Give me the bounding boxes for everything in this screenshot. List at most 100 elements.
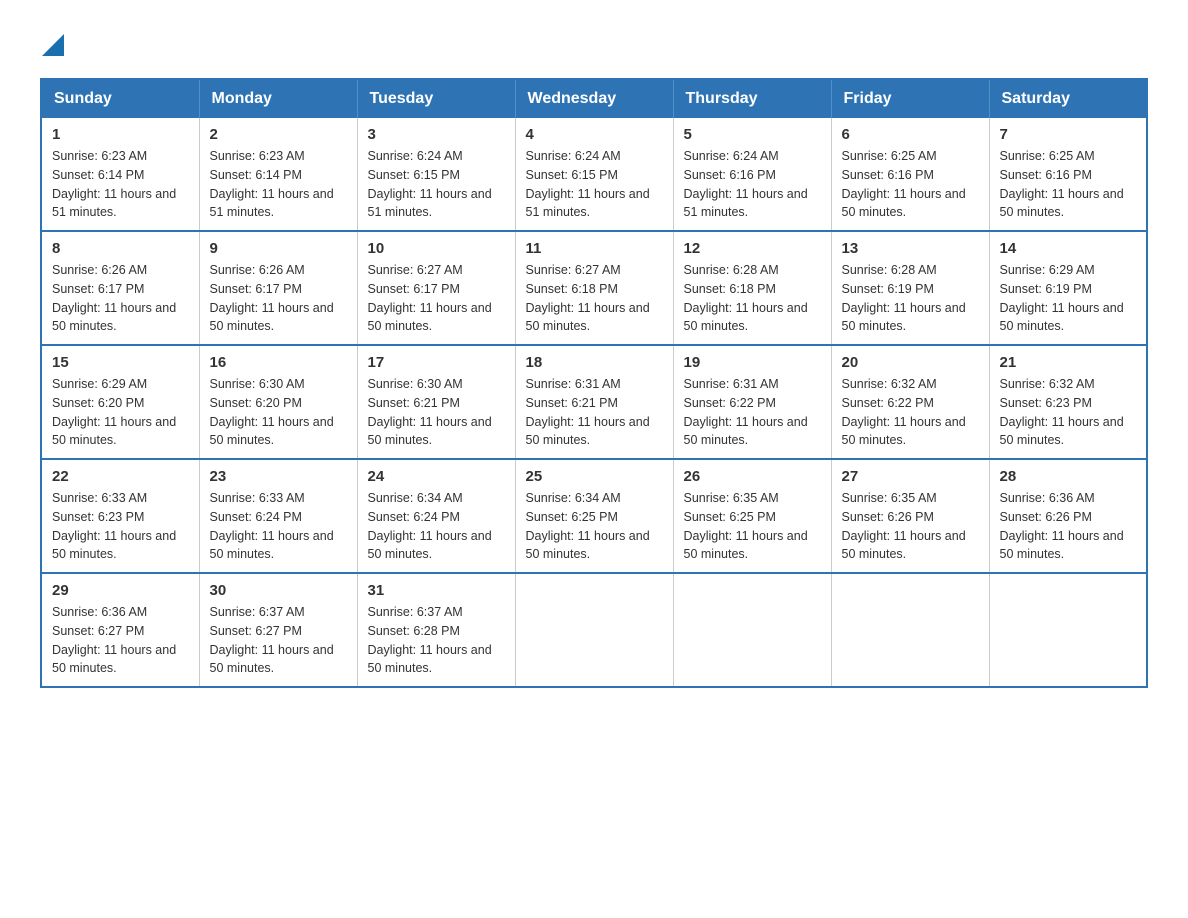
page-header: [40, 30, 1148, 58]
calendar-header-wednesday: Wednesday: [515, 79, 673, 118]
day-info: Sunrise: 6:23 AMSunset: 6:14 PMDaylight:…: [210, 149, 334, 219]
day-info: Sunrise: 6:35 AMSunset: 6:26 PMDaylight:…: [842, 491, 966, 561]
calendar-day-cell: 31 Sunrise: 6:37 AMSunset: 6:28 PMDaylig…: [357, 573, 515, 687]
day-number: 26: [684, 468, 821, 485]
calendar-day-cell: 15 Sunrise: 6:29 AMSunset: 6:20 PMDaylig…: [41, 345, 199, 459]
day-number: 17: [368, 354, 505, 371]
calendar-week-row: 22 Sunrise: 6:33 AMSunset: 6:23 PMDaylig…: [41, 459, 1147, 573]
day-number: 3: [368, 126, 505, 143]
day-number: 10: [368, 240, 505, 257]
calendar-day-cell: 29 Sunrise: 6:36 AMSunset: 6:27 PMDaylig…: [41, 573, 199, 687]
day-number: 21: [1000, 354, 1137, 371]
day-info: Sunrise: 6:25 AMSunset: 6:16 PMDaylight:…: [1000, 149, 1124, 219]
calendar-day-cell: 24 Sunrise: 6:34 AMSunset: 6:24 PMDaylig…: [357, 459, 515, 573]
calendar-day-cell: 4 Sunrise: 6:24 AMSunset: 6:15 PMDayligh…: [515, 118, 673, 231]
day-number: 31: [368, 582, 505, 599]
day-info: Sunrise: 6:33 AMSunset: 6:24 PMDaylight:…: [210, 491, 334, 561]
day-number: 13: [842, 240, 979, 257]
calendar-day-cell: 30 Sunrise: 6:37 AMSunset: 6:27 PMDaylig…: [199, 573, 357, 687]
day-number: 6: [842, 126, 979, 143]
calendar-day-cell: 3 Sunrise: 6:24 AMSunset: 6:15 PMDayligh…: [357, 118, 515, 231]
day-number: 15: [52, 354, 189, 371]
calendar-day-cell: 21 Sunrise: 6:32 AMSunset: 6:23 PMDaylig…: [989, 345, 1147, 459]
calendar-day-cell: 28 Sunrise: 6:36 AMSunset: 6:26 PMDaylig…: [989, 459, 1147, 573]
calendar-day-cell: 20 Sunrise: 6:32 AMSunset: 6:22 PMDaylig…: [831, 345, 989, 459]
calendar-day-cell: [515, 573, 673, 687]
day-number: 4: [526, 126, 663, 143]
calendar-week-row: 1 Sunrise: 6:23 AMSunset: 6:14 PMDayligh…: [41, 118, 1147, 231]
day-info: Sunrise: 6:37 AMSunset: 6:28 PMDaylight:…: [368, 605, 492, 675]
day-info: Sunrise: 6:31 AMSunset: 6:22 PMDaylight:…: [684, 377, 808, 447]
day-info: Sunrise: 6:32 AMSunset: 6:22 PMDaylight:…: [842, 377, 966, 447]
calendar-week-row: 8 Sunrise: 6:26 AMSunset: 6:17 PMDayligh…: [41, 231, 1147, 345]
calendar-day-cell: [831, 573, 989, 687]
day-info: Sunrise: 6:28 AMSunset: 6:18 PMDaylight:…: [684, 263, 808, 333]
day-info: Sunrise: 6:34 AMSunset: 6:24 PMDaylight:…: [368, 491, 492, 561]
day-info: Sunrise: 6:29 AMSunset: 6:19 PMDaylight:…: [1000, 263, 1124, 333]
calendar-day-cell: 6 Sunrise: 6:25 AMSunset: 6:16 PMDayligh…: [831, 118, 989, 231]
day-info: Sunrise: 6:32 AMSunset: 6:23 PMDaylight:…: [1000, 377, 1124, 447]
calendar-day-cell: 10 Sunrise: 6:27 AMSunset: 6:17 PMDaylig…: [357, 231, 515, 345]
day-number: 22: [52, 468, 189, 485]
day-number: 11: [526, 240, 663, 257]
calendar-day-cell: 19 Sunrise: 6:31 AMSunset: 6:22 PMDaylig…: [673, 345, 831, 459]
calendar-day-cell: 27 Sunrise: 6:35 AMSunset: 6:26 PMDaylig…: [831, 459, 989, 573]
day-number: 27: [842, 468, 979, 485]
day-info: Sunrise: 6:27 AMSunset: 6:18 PMDaylight:…: [526, 263, 650, 333]
calendar-day-cell: [673, 573, 831, 687]
day-info: Sunrise: 6:36 AMSunset: 6:27 PMDaylight:…: [52, 605, 176, 675]
calendar-day-cell: 26 Sunrise: 6:35 AMSunset: 6:25 PMDaylig…: [673, 459, 831, 573]
day-info: Sunrise: 6:28 AMSunset: 6:19 PMDaylight:…: [842, 263, 966, 333]
day-info: Sunrise: 6:27 AMSunset: 6:17 PMDaylight:…: [368, 263, 492, 333]
day-info: Sunrise: 6:35 AMSunset: 6:25 PMDaylight:…: [684, 491, 808, 561]
calendar-day-cell: 5 Sunrise: 6:24 AMSunset: 6:16 PMDayligh…: [673, 118, 831, 231]
calendar-header-tuesday: Tuesday: [357, 79, 515, 118]
day-number: 14: [1000, 240, 1137, 257]
day-info: Sunrise: 6:34 AMSunset: 6:25 PMDaylight:…: [526, 491, 650, 561]
logo: [40, 30, 64, 58]
day-number: 20: [842, 354, 979, 371]
day-number: 9: [210, 240, 347, 257]
day-info: Sunrise: 6:30 AMSunset: 6:20 PMDaylight:…: [210, 377, 334, 447]
day-number: 1: [52, 126, 189, 143]
calendar-day-cell: 2 Sunrise: 6:23 AMSunset: 6:14 PMDayligh…: [199, 118, 357, 231]
day-number: 16: [210, 354, 347, 371]
day-number: 23: [210, 468, 347, 485]
day-info: Sunrise: 6:33 AMSunset: 6:23 PMDaylight:…: [52, 491, 176, 561]
calendar-day-cell: 13 Sunrise: 6:28 AMSunset: 6:19 PMDaylig…: [831, 231, 989, 345]
day-info: Sunrise: 6:23 AMSunset: 6:14 PMDaylight:…: [52, 149, 176, 219]
day-info: Sunrise: 6:26 AMSunset: 6:17 PMDaylight:…: [52, 263, 176, 333]
day-number: 8: [52, 240, 189, 257]
day-info: Sunrise: 6:26 AMSunset: 6:17 PMDaylight:…: [210, 263, 334, 333]
day-info: Sunrise: 6:31 AMSunset: 6:21 PMDaylight:…: [526, 377, 650, 447]
calendar-day-cell: 8 Sunrise: 6:26 AMSunset: 6:17 PMDayligh…: [41, 231, 199, 345]
day-number: 18: [526, 354, 663, 371]
day-number: 12: [684, 240, 821, 257]
day-info: Sunrise: 6:24 AMSunset: 6:15 PMDaylight:…: [368, 149, 492, 219]
day-number: 24: [368, 468, 505, 485]
calendar-day-cell: 9 Sunrise: 6:26 AMSunset: 6:17 PMDayligh…: [199, 231, 357, 345]
day-number: 30: [210, 582, 347, 599]
day-info: Sunrise: 6:29 AMSunset: 6:20 PMDaylight:…: [52, 377, 176, 447]
day-info: Sunrise: 6:25 AMSunset: 6:16 PMDaylight:…: [842, 149, 966, 219]
calendar-header-saturday: Saturday: [989, 79, 1147, 118]
calendar-day-cell: 23 Sunrise: 6:33 AMSunset: 6:24 PMDaylig…: [199, 459, 357, 573]
calendar-header-friday: Friday: [831, 79, 989, 118]
day-number: 19: [684, 354, 821, 371]
calendar-day-cell: 18 Sunrise: 6:31 AMSunset: 6:21 PMDaylig…: [515, 345, 673, 459]
day-info: Sunrise: 6:37 AMSunset: 6:27 PMDaylight:…: [210, 605, 334, 675]
calendar-day-cell: 14 Sunrise: 6:29 AMSunset: 6:19 PMDaylig…: [989, 231, 1147, 345]
day-number: 2: [210, 126, 347, 143]
calendar-day-cell: 1 Sunrise: 6:23 AMSunset: 6:14 PMDayligh…: [41, 118, 199, 231]
calendar-day-cell: 12 Sunrise: 6:28 AMSunset: 6:18 PMDaylig…: [673, 231, 831, 345]
calendar-day-cell: 25 Sunrise: 6:34 AMSunset: 6:25 PMDaylig…: [515, 459, 673, 573]
calendar-header-thursday: Thursday: [673, 79, 831, 118]
day-info: Sunrise: 6:24 AMSunset: 6:16 PMDaylight:…: [684, 149, 808, 219]
day-number: 29: [52, 582, 189, 599]
day-info: Sunrise: 6:30 AMSunset: 6:21 PMDaylight:…: [368, 377, 492, 447]
day-number: 28: [1000, 468, 1137, 485]
calendar-day-cell: [989, 573, 1147, 687]
calendar-header-sunday: Sunday: [41, 79, 199, 118]
calendar-header-monday: Monday: [199, 79, 357, 118]
day-number: 25: [526, 468, 663, 485]
